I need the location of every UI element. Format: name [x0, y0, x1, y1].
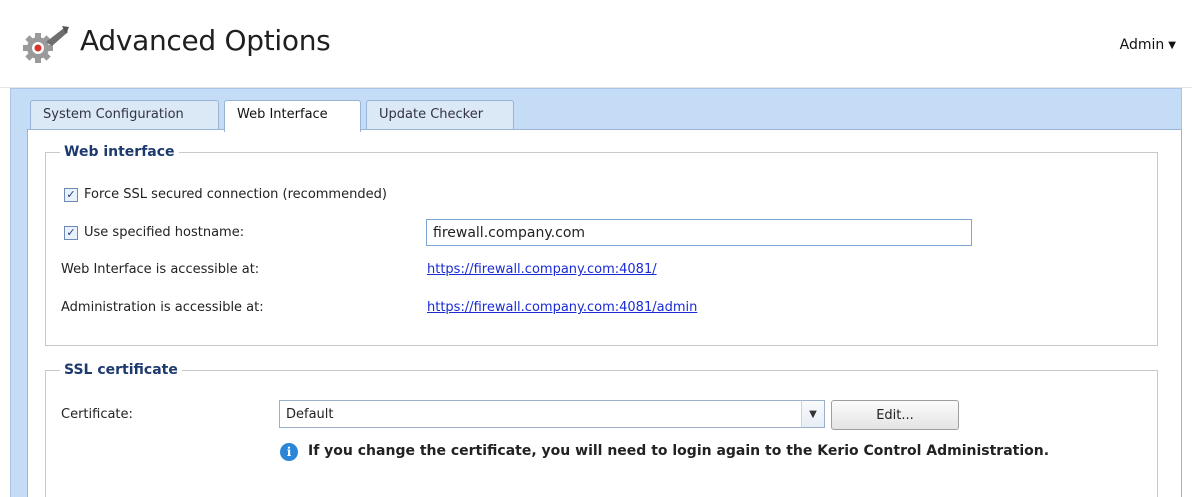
- hostname-input[interactable]: [426, 219, 972, 246]
- section-legend: SSL certificate: [64, 362, 178, 378]
- page-header: Advanced Options Admin ▼: [0, 0, 1192, 88]
- tab-label: System Configuration: [43, 107, 184, 122]
- web-access-label: Web Interface is accessible at:: [61, 262, 260, 277]
- page-title: Advanced Options: [80, 24, 331, 57]
- admin-access-label: Administration is accessible at:: [61, 300, 264, 315]
- certificate-select-value: Default: [286, 407, 334, 422]
- use-hostname-label: Use specified hostname:: [84, 225, 245, 240]
- force-ssl-label: Force SSL secured connection (recommende…: [84, 187, 387, 202]
- certificate-label: Certificate:: [61, 407, 133, 422]
- tab-update-checker[interactable]: Update Checker: [366, 100, 514, 130]
- certificate-info-text: If you change the certificate, you will …: [308, 443, 1050, 459]
- user-menu[interactable]: Admin ▼: [1120, 37, 1176, 53]
- use-hostname-checkbox[interactable]: ✓: [64, 225, 78, 240]
- user-menu-label: Admin: [1119, 37, 1165, 53]
- tab-system-configuration[interactable]: System Configuration: [30, 100, 219, 130]
- edit-button-label: Edit...: [876, 407, 914, 423]
- tab-label: Update Checker: [379, 107, 484, 122]
- web-access-link[interactable]: https://firewall.company.com:4081/: [427, 262, 657, 277]
- ssl-certificate-section: SSL certificate: [45, 362, 1158, 497]
- tab-content: Web interface ✓ Force SSL secured connec…: [27, 129, 1182, 497]
- tab-web-interface[interactable]: Web Interface: [224, 100, 361, 132]
- gear-wrench-icon: [23, 26, 69, 63]
- use-hostname-row[interactable]: ✓ Use specified hostname:: [64, 225, 244, 240]
- force-ssl-checkbox[interactable]: ✓: [64, 187, 78, 202]
- edit-certificate-button[interactable]: Edit...: [831, 400, 959, 430]
- admin-access-link[interactable]: https://firewall.company.com:4081/admin: [427, 300, 697, 315]
- tab-label: Web Interface: [237, 107, 328, 122]
- certificate-select[interactable]: Default: [279, 400, 825, 428]
- info-icon: i: [280, 443, 298, 461]
- force-ssl-row[interactable]: ✓ Force SSL secured connection (recommen…: [64, 187, 387, 202]
- chevron-down-icon[interactable]: ▼: [801, 400, 825, 428]
- section-legend: Web interface: [64, 144, 175, 160]
- chevron-down-icon: ▼: [1168, 40, 1176, 51]
